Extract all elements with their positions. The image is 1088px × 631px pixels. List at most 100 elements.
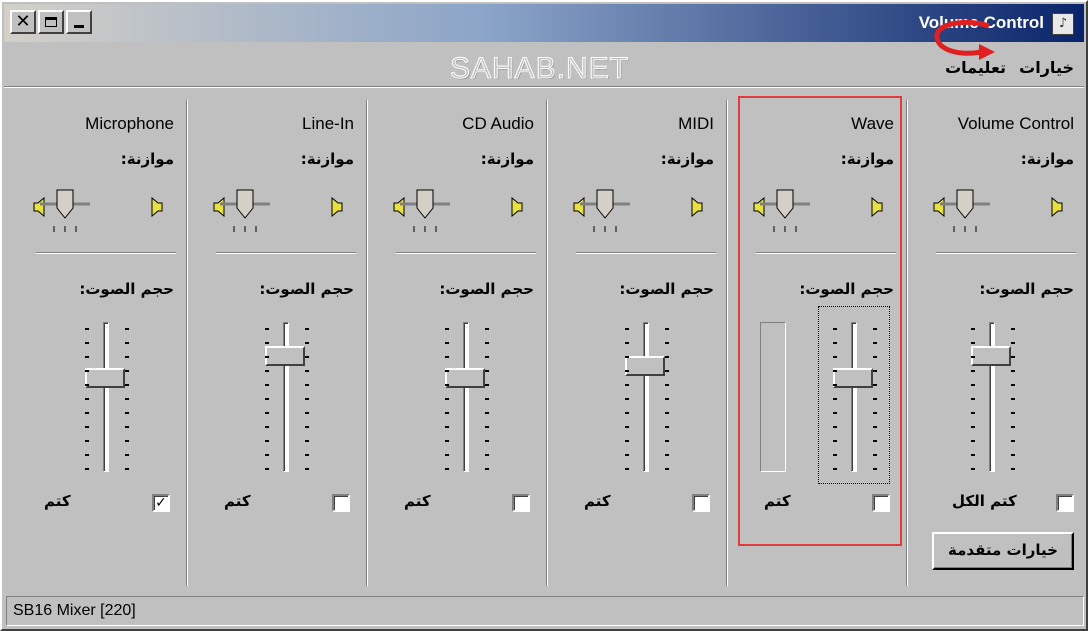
volume-slider-thumb[interactable] (625, 356, 665, 376)
volume-tick (1011, 370, 1015, 372)
volume-track (643, 322, 649, 472)
volume-tick (445, 370, 449, 372)
volume-tick (85, 384, 89, 386)
divider (216, 252, 356, 254)
volume-tick (625, 342, 629, 344)
channel-line-in: Line-In موازنة: حجم الصوت: كتم (186, 96, 364, 586)
volume-tick (665, 426, 669, 428)
volume-tick (665, 454, 669, 456)
volume-tick (445, 454, 449, 456)
balance-slider[interactable] (580, 186, 630, 234)
balance-slider[interactable] (400, 186, 450, 234)
volume-tick (305, 398, 309, 400)
watermark: SAHAB.NET (449, 52, 630, 86)
mute-label: كتم (584, 492, 611, 510)
speaker-right-icon (331, 196, 343, 218)
channel-cd-audio: CD Audio موازنة: حجم الصوت: كتم (366, 96, 544, 586)
title-bar[interactable]: ✕ Volume Control ♪ (4, 4, 1084, 60)
volume-tick (305, 356, 309, 358)
volume-tick (305, 384, 309, 386)
volume-tick (305, 412, 309, 414)
volume-tick (445, 468, 449, 470)
mute-label: كتم (404, 492, 431, 510)
channel-name: Microphone (85, 114, 174, 133)
volume-tick (125, 398, 129, 400)
volume-tick (971, 454, 975, 456)
balance-label: موازنة: (660, 150, 714, 168)
channel-name: Volume Control (957, 114, 1074, 133)
volume-tick (485, 468, 489, 470)
volume-tick (265, 342, 269, 344)
volume-track (103, 322, 109, 472)
mute-checkbox[interactable] (332, 494, 350, 512)
volume-tick (1011, 440, 1015, 442)
volume-tick (445, 412, 449, 414)
volume-tick (625, 356, 629, 358)
balance-slider[interactable] (940, 186, 990, 234)
volume-tick (305, 440, 309, 442)
volume-tick (971, 370, 975, 372)
volume-tick (445, 398, 449, 400)
volume-tick (265, 440, 269, 442)
volume-tick (85, 342, 89, 344)
volume-slider-thumb[interactable] (445, 368, 485, 388)
divider (396, 252, 536, 254)
volume-label: حجم الصوت: (979, 280, 1074, 298)
volume-tick (1011, 454, 1015, 456)
speaker-right-icon (151, 196, 163, 218)
close-icon[interactable]: ✕ (10, 10, 36, 34)
channel-name: Line-In (302, 114, 354, 133)
status-bar: SB16 Mixer [220] (6, 596, 1084, 626)
volume-tick (485, 328, 489, 330)
volume-tick (85, 398, 89, 400)
mute-checkbox[interactable] (692, 494, 710, 512)
balance-label: موازنة: (1020, 150, 1074, 168)
channel-name: CD Audio (462, 114, 534, 133)
volume-tick (265, 426, 269, 428)
volume-tick (1011, 342, 1015, 344)
volume-tick (265, 370, 269, 372)
volume-tick (625, 468, 629, 470)
volume-tick (665, 328, 669, 330)
volume-tick (445, 328, 449, 330)
mute-checkbox[interactable]: ✓ (152, 494, 170, 512)
volume-tick (971, 426, 975, 428)
volume-tick (485, 398, 489, 400)
volume-tick (971, 342, 975, 344)
advanced-options-button[interactable]: خيارات متقدمة (932, 532, 1074, 570)
mute-checkbox[interactable] (512, 494, 530, 512)
mute-label: كتم (224, 492, 251, 510)
volume-slider-thumb[interactable] (85, 368, 125, 388)
volume-label: حجم الصوت: (79, 280, 174, 298)
volume-tick (665, 398, 669, 400)
volume-slider-thumb[interactable] (265, 346, 305, 366)
volume-tick (485, 412, 489, 414)
volume-tick (445, 426, 449, 428)
balance-slider[interactable] (40, 186, 90, 234)
menu-options[interactable]: خيارات (1019, 58, 1074, 77)
mute-all-checkbox[interactable] (1056, 494, 1074, 512)
app-icon: ♪ (1052, 13, 1074, 35)
channel-microphone: Microphone موازنة: حجم الصوت: ✓ كتم (6, 96, 184, 586)
divider (36, 252, 176, 254)
volume-tick (85, 426, 89, 428)
volume-tick (125, 356, 129, 358)
volume-tick (485, 440, 489, 442)
minimize-icon[interactable] (66, 10, 92, 34)
restore-icon[interactable] (38, 10, 64, 34)
volume-tick (125, 370, 129, 372)
volume-slider-thumb[interactable] (971, 346, 1011, 366)
balance-slider[interactable] (220, 186, 270, 234)
mute-all-label: كتم الكل (952, 492, 1017, 510)
balance-label: موازنة: (120, 150, 174, 168)
volume-tick (665, 384, 669, 386)
volume-tick (665, 412, 669, 414)
speaker-right-icon (511, 196, 523, 218)
volume-tick (485, 384, 489, 386)
volume-tick (665, 468, 669, 470)
volume-tick (665, 342, 669, 344)
volume-tick (1011, 468, 1015, 470)
volume-label: حجم الصوت: (259, 280, 354, 298)
speaker-right-icon (1051, 196, 1063, 218)
menu-help[interactable]: تعليمات (945, 58, 1006, 77)
